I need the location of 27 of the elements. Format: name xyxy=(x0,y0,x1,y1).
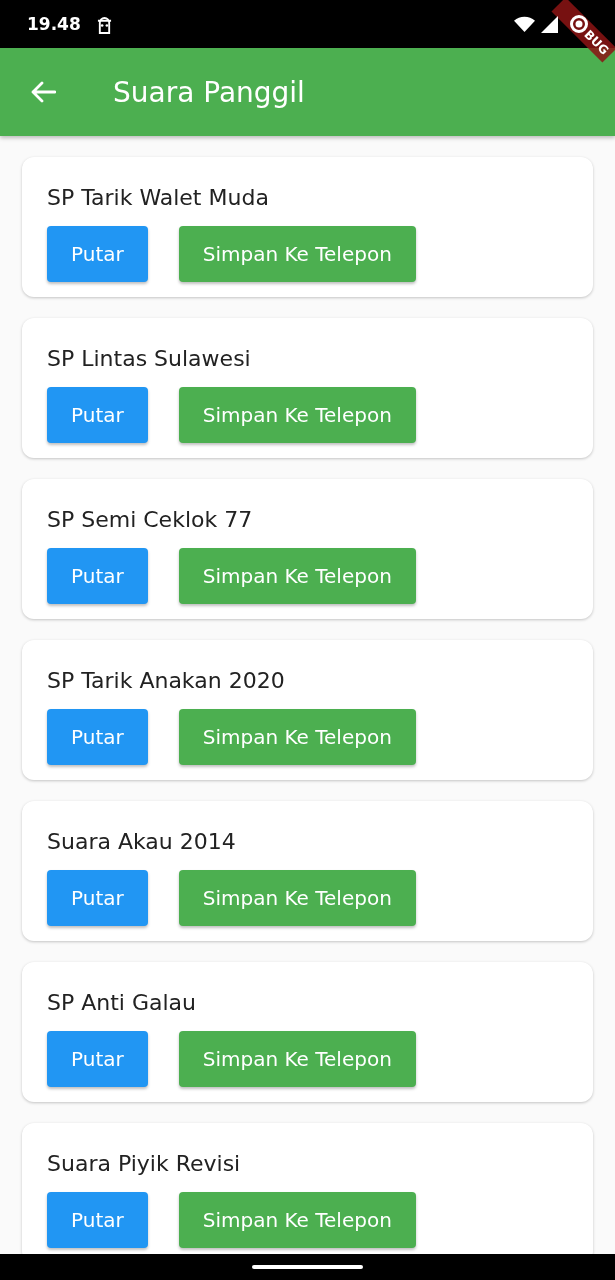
sound-title: SP Tarik Anakan 2020 xyxy=(47,667,285,695)
robot-face-icon xyxy=(96,14,112,34)
status-time: 19.48 xyxy=(27,14,81,34)
save-button[interactable]: Simpan Ke Telepon xyxy=(178,548,416,604)
save-button[interactable]: Simpan Ke Telepon xyxy=(178,1031,416,1087)
signal-icon xyxy=(541,15,558,33)
app-bar-title: Suara Panggil xyxy=(113,75,305,109)
save-button[interactable]: Simpan Ke Telepon xyxy=(178,387,416,443)
play-button[interactable]: Putar xyxy=(47,226,148,282)
save-button[interactable]: Simpan Ke Telepon xyxy=(178,226,416,282)
sound-title: Suara Akau 2014 xyxy=(47,828,236,856)
play-button[interactable]: Putar xyxy=(47,548,148,604)
back-arrow-icon xyxy=(30,81,56,103)
play-button[interactable]: Putar xyxy=(47,1192,148,1248)
save-button[interactable]: Simpan Ke Telepon xyxy=(178,709,416,765)
sound-title: SP Semi Ceklok 77 xyxy=(47,506,253,534)
sound-title: Suara Piyik Revisi xyxy=(47,1150,241,1178)
play-button[interactable]: Putar xyxy=(47,870,148,926)
save-button[interactable]: Simpan Ke Telepon xyxy=(178,1192,416,1248)
sound-title: SP Tarik Walet Muda xyxy=(47,184,269,212)
play-button[interactable]: Putar xyxy=(47,1031,148,1087)
wifi-icon xyxy=(514,16,535,32)
save-button[interactable]: Simpan Ke Telepon xyxy=(178,870,416,926)
play-button[interactable]: Putar xyxy=(47,387,148,443)
sound-title: SP Anti Galau xyxy=(47,989,196,1017)
sound-title: SP Lintas Sulawesi xyxy=(47,345,251,373)
play-button[interactable]: Putar xyxy=(47,709,148,765)
